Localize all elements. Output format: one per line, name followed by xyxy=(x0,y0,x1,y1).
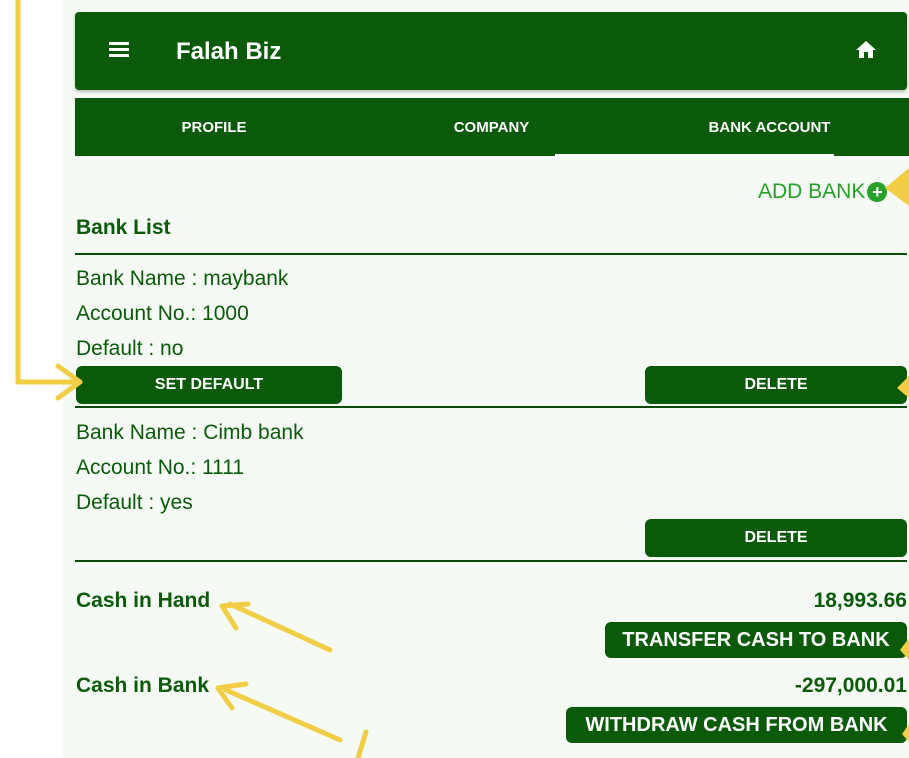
cash-in-bank-amount: -297,000.01 xyxy=(794,674,907,697)
default-status-text: Default : yes xyxy=(76,491,193,514)
delete-bank-button[interactable]: DELETE xyxy=(645,519,907,557)
stage: Falah Biz PROFILE COMPANY BANK ACCOUNT A… xyxy=(0,0,909,758)
withdraw-cash-from-bank-button[interactable]: WITHDRAW CASH FROM BANK xyxy=(566,707,907,743)
tab-bank-account[interactable]: BANK ACCOUNT xyxy=(630,98,909,156)
account-number-text: Account No.: 1111 xyxy=(76,456,245,479)
tab-company[interactable]: COMPANY xyxy=(353,98,630,156)
divider xyxy=(75,253,907,255)
add-circle-icon: + xyxy=(867,182,888,202)
home-icon[interactable] xyxy=(853,38,879,62)
add-bank-button[interactable]: ADD BANK + xyxy=(758,178,888,206)
divider xyxy=(75,406,907,408)
default-status-text: Default : no xyxy=(76,337,184,360)
cash-in-hand-label: Cash in Hand xyxy=(76,589,211,612)
cash-in-bank-label: Cash in Bank xyxy=(76,674,210,697)
add-bank-label: ADD BANK xyxy=(758,180,866,203)
bank-list-heading: Bank List xyxy=(76,216,171,239)
cash-in-hand-amount: 18,993.66 xyxy=(813,589,907,612)
bank-name-text: Bank Name : maybank xyxy=(76,267,289,290)
account-number-text: Account No.: 1000 xyxy=(76,302,249,325)
bank-name-text: Bank Name : Cimb bank xyxy=(76,421,304,444)
transfer-cash-to-bank-button[interactable]: TRANSFER CASH TO BANK xyxy=(605,622,907,658)
set-default-button[interactable]: SET DEFAULT xyxy=(76,366,342,404)
tab-bar: PROFILE COMPANY BANK ACCOUNT xyxy=(75,98,909,156)
divider xyxy=(75,560,907,562)
app-title: Falah Biz xyxy=(176,38,282,65)
delete-bank-button[interactable]: DELETE xyxy=(645,366,907,404)
selected-tab-indicator xyxy=(555,154,834,158)
hamburger-menu-icon[interactable] xyxy=(109,42,129,58)
app-bar: Falah Biz xyxy=(75,12,907,90)
tab-profile[interactable]: PROFILE xyxy=(75,98,353,156)
